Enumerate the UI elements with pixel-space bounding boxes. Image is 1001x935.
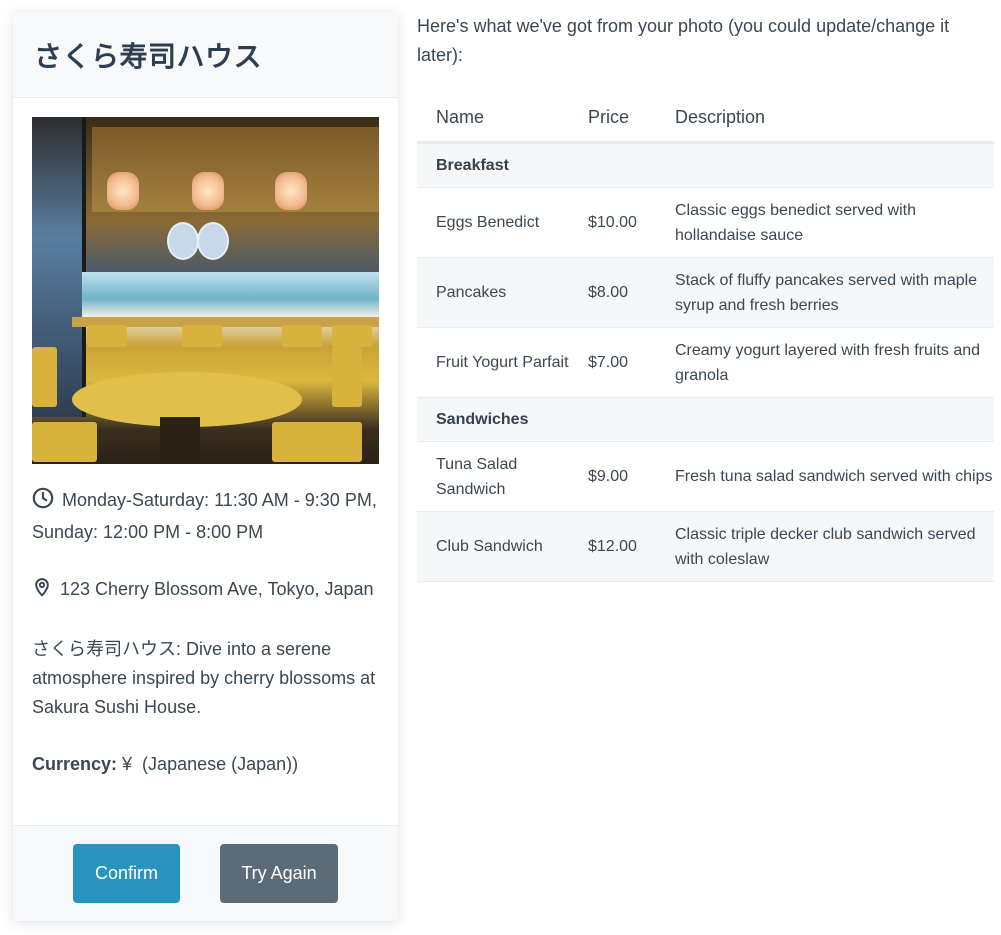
confirm-button[interactable]: Confirm (73, 844, 180, 903)
item-description: Classic eggs benedict served with hollan… (656, 187, 994, 258)
item-price: $7.00 (569, 327, 656, 398)
item-description: Creamy yogurt layered with fresh fruits … (656, 327, 994, 398)
item-description: Fresh tuna salad sandwich served with ch… (656, 441, 994, 512)
restaurant-card: さくら寿司ハウス Monday-Saturday: 11:30 AM - 9:3… (13, 12, 398, 921)
menu-intro: Here's what we've got from your photo (y… (417, 16, 950, 65)
photo-chair (272, 422, 362, 462)
photo-chair (182, 325, 222, 347)
menu-item-row[interactable]: Club Sandwich $12.00 Classic triple deck… (417, 511, 994, 582)
photo-chair (332, 325, 372, 347)
menu-table: Name Price Description Breakfast Eggs Be… (417, 94, 994, 582)
column-header-price: Price (569, 94, 656, 144)
photo-chair (282, 325, 322, 347)
item-price: $10.00 (569, 187, 656, 258)
photo-table-leg (160, 417, 200, 464)
photo-chair (332, 347, 362, 407)
menu-panel: Here's what we've got from your photo (y… (417, 12, 994, 582)
item-description: Stack of fluffy pancakes served with map… (656, 257, 994, 328)
photo-chair (32, 422, 97, 462)
photo-display-case (82, 272, 379, 317)
card-body: Monday-Saturday: 11:30 AM - 9:30 PM, Sun… (13, 98, 398, 779)
item-name: Eggs Benedict (417, 187, 569, 258)
menu-item-row[interactable]: Tuna Salad Sandwich $9.00 Fresh tuna sal… (417, 441, 994, 512)
photo-lantern (275, 172, 307, 210)
currency: Currency: ¥ (Japanese (Japan)) (32, 750, 379, 779)
clock-icon (32, 487, 54, 518)
item-price: $8.00 (569, 257, 656, 328)
address-text: 123 Cherry Blossom Ave, Tokyo, Japan (60, 579, 374, 599)
menu-table-header: Name Price Description (417, 94, 994, 144)
category-row: Sandwiches (417, 397, 994, 442)
opening-hours: Monday-Saturday: 11:30 AM - 9:30 PM, Sun… (32, 486, 379, 547)
address: 123 Cherry Blossom Ave, Tokyo, Japan (32, 575, 379, 607)
photo-chair (32, 347, 57, 407)
hours-text: Monday-Saturday: 11:30 AM - 9:30 PM, Sun… (32, 490, 377, 542)
category-row: Breakfast (417, 142, 994, 188)
photo-lantern (192, 172, 224, 210)
item-name: Club Sandwich (417, 511, 569, 582)
item-price: $12.00 (569, 511, 656, 582)
card-footer: Confirm Try Again (13, 825, 398, 921)
photo-lantern (107, 172, 139, 210)
category-name: Breakfast (417, 142, 994, 188)
menu-item-row[interactable]: Eggs Benedict $10.00 Classic eggs benedi… (417, 187, 994, 258)
map-pin-icon (32, 576, 52, 607)
restaurant-photo (32, 117, 379, 464)
restaurant-name: さくら寿司ハウス (34, 39, 263, 73)
item-price: $9.00 (569, 441, 656, 512)
try-again-button[interactable]: Try Again (220, 844, 338, 903)
item-name: Tuna Salad Sandwich (417, 441, 569, 512)
menu-item-row[interactable]: Fruit Yogurt Parfait $7.00 Creamy yogurt… (417, 327, 994, 398)
menu-item-row[interactable]: Pancakes $8.00 Stack of fluffy pancakes … (417, 257, 994, 328)
item-name: Pancakes (417, 257, 569, 328)
column-header-description: Description (656, 94, 994, 144)
category-name: Sandwiches (417, 397, 994, 442)
photo-plate (167, 222, 199, 260)
photo-plate (197, 222, 229, 260)
restaurant-info: Monday-Saturday: 11:30 AM - 9:30 PM, Sun… (32, 486, 379, 779)
currency-label: Currency: (32, 754, 118, 774)
currency-value: ¥ (Japanese (Japan)) (122, 754, 299, 774)
item-name: Fruit Yogurt Parfait (417, 327, 569, 398)
card-header: さくら寿司ハウス (13, 12, 398, 98)
item-description: Classic triple decker club sandwich serv… (656, 511, 994, 582)
column-header-name: Name (417, 94, 569, 144)
photo-chair (87, 325, 127, 347)
restaurant-description: さくら寿司ハウス: Dive into a serene atmosphere … (32, 639, 376, 717)
